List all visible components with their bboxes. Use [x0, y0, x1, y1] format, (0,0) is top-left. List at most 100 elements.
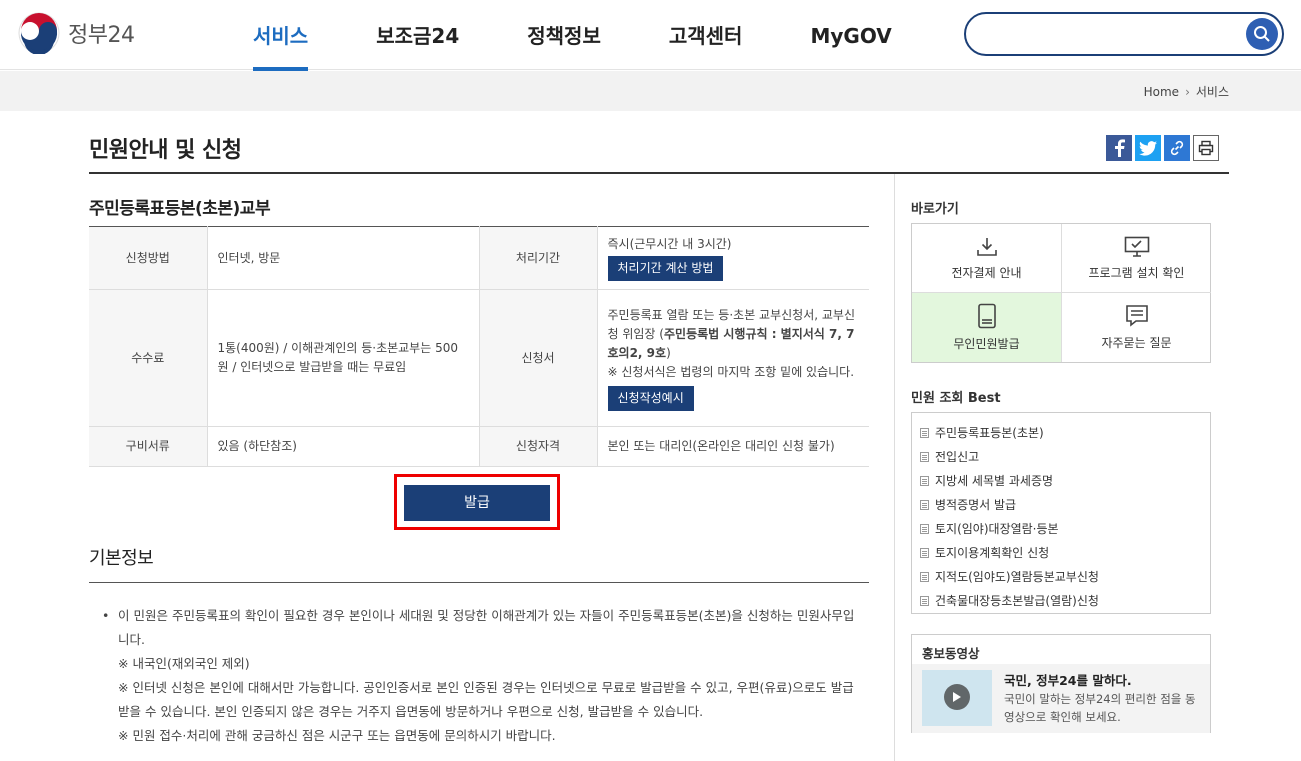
nav-mygov[interactable]: MyGOV [810, 0, 891, 70]
quick-links-title: 바로가기 [911, 202, 959, 217]
search-button[interactable] [1246, 18, 1278, 50]
list-item[interactable]: 토지이용계획확인 신청 [920, 541, 1210, 565]
table-row: 구비서류 있음 (하단참조) 신청자격 본인 또는 대리인(온라인은 대리인 신… [89, 426, 869, 467]
fee-label: 수수료 [89, 289, 208, 427]
form-value: 주민등록표 열람 또는 등·초본 교부신청서, 교부신청 위임장 (주민등록법 … [607, 307, 856, 360]
nav-services[interactable]: 서비스 [253, 0, 309, 71]
quick-label: 자주묻는 질문 [1101, 336, 1172, 350]
quick-links: 전자결제 안내 프로그램 설치 확인 무인민원발급 자주묻는 질문 [911, 223, 1211, 363]
promo-description: 국민이 말하는 정부24의 편리한 점을 동영상으로 확인해 보세요. [1004, 692, 1196, 724]
quick-payment-guide[interactable]: 전자결제 안내 [912, 224, 1062, 293]
site-header: 정부24 서비스 보조금24 정책정보 고객센터 MyGOV [0, 0, 1301, 71]
form-example-button[interactable]: 신청작성예시 [607, 385, 694, 411]
document-icon [920, 524, 929, 534]
form-label: 신청서 [478, 289, 598, 427]
period-calc-button[interactable]: 처리기간 계산 방법 [607, 256, 724, 281]
quick-label: 무인민원발급 [953, 337, 1020, 351]
facebook-icon [1115, 139, 1125, 157]
promo-title: 홍보동영상 [922, 646, 980, 661]
quick-faq[interactable]: 자주묻는 질문 [1062, 293, 1211, 362]
logo-text: 정부24 [68, 23, 135, 48]
document-icon [920, 548, 929, 558]
content-divider [894, 174, 895, 761]
service-title: 주민등록표등본(초본)교부 [89, 199, 271, 219]
quick-program-check[interactable]: 프로그램 설치 확인 [1062, 224, 1211, 293]
promo-video-box: 홍보동영상 국민, 정부24를 말하다. 국민이 말하는 정부24의 편리한 점… [911, 634, 1211, 733]
list-item[interactable]: 주민등록표등본(초본) [920, 421, 1210, 445]
quick-kiosk-issue[interactable]: 무인민원발급 [912, 293, 1062, 362]
list-item[interactable]: 지방세 세목별 과세증명 [920, 469, 1210, 493]
breadcrumb-band: Home › 서비스 [0, 71, 1301, 111]
search-icon [1254, 26, 1270, 42]
document-icon [920, 428, 929, 438]
form-cell: 주민등록표 열람 또는 등·초본 교부신청서, 교부신청 위임장 (주민등록법 … [597, 289, 869, 427]
list-item[interactable]: 건축물대장등초본발급(열람)신청 [920, 589, 1210, 613]
list-item[interactable]: 토지(임야)대장열람·등본 [920, 517, 1210, 541]
period-value: 즉시(근무시간 내 3시간) [607, 237, 732, 251]
download-icon [976, 237, 997, 256]
document-icon [920, 500, 929, 510]
method-value: 인터넷, 방문 [207, 226, 479, 290]
taegeuk-logo-icon [18, 12, 60, 54]
form-note: ※ 신청서식은 법령의 마지막 조항 밑에 있습니다. [607, 364, 855, 379]
basic-info-title: 기본정보 [89, 548, 154, 569]
table-row: 수수료 1통(400원) / 이해관계인의 등·초본교부는 500원 / 인터넷… [89, 289, 869, 427]
period-label: 처리기간 [478, 226, 598, 290]
docs-value: 있음 (하단참조) [207, 426, 479, 467]
document-icon [920, 596, 929, 606]
service-info-table: 신청방법 인터넷, 방문 처리기간 즉시(근무시간 내 3시간) 처리기간 계산… [89, 226, 869, 467]
basic-line-1: 이 민원은 주민등록표의 확인이 필요한 경우 본인이나 세대원 및 정당한 이… [118, 608, 855, 647]
speech-bubble-icon [1125, 305, 1148, 327]
basic-line-2: ※ 내국인(재외국인 제외) [118, 656, 250, 671]
basic-line-4: ※ 민원 접수·처리에 관해 궁금하신 점은 시군구 또는 읍면동에 문의하시기… [118, 728, 556, 743]
title-divider [89, 172, 1229, 174]
fee-value: 1통(400원) / 이해관계인의 등·초본교부는 500원 / 인터넷으로 발… [207, 289, 479, 427]
copy-link-button[interactable] [1164, 135, 1190, 161]
period-cell: 즉시(근무시간 내 3시간) 처리기간 계산 방법 [597, 226, 869, 290]
issue-button-highlight: 발급 [394, 474, 560, 530]
video-thumbnail[interactable] [922, 670, 992, 726]
chevron-right-icon: › [1185, 84, 1190, 99]
print-button[interactable] [1193, 135, 1219, 161]
quick-label: 전자결제 안내 [951, 265, 1022, 280]
twitter-share-button[interactable] [1135, 135, 1161, 161]
promo-body[interactable]: 국민, 정부24를 말하다. 국민이 말하는 정부24의 편리한 점을 동영상으… [912, 664, 1210, 733]
breadcrumb: Home › 서비스 [1144, 83, 1229, 100]
list-item[interactable]: 전입신고 [920, 445, 1210, 469]
search-input[interactable] [984, 22, 1234, 46]
best-list: 주민등록표등본(초본) 전입신고 지방세 세목별 과세증명 병적증명서 발급 토… [911, 412, 1211, 614]
bullet-icon: • [102, 608, 110, 623]
play-icon[interactable] [944, 684, 970, 710]
link-icon [1170, 140, 1184, 156]
search-box [964, 12, 1284, 56]
breadcrumb-current[interactable]: 서비스 [1196, 83, 1229, 100]
basic-line-3: ※ 인터넷 신청은 본인에 대해서만 가능합니다. 공인인증서로 본인 인증된 … [118, 680, 854, 719]
nav-policy-info[interactable]: 정책정보 [527, 0, 601, 70]
document-icon [920, 572, 929, 582]
issue-button[interactable]: 발급 [404, 485, 550, 521]
promo-headline[interactable]: 국민, 정부24를 말하다. [1004, 670, 1132, 689]
print-icon [1198, 140, 1214, 156]
list-item[interactable]: 지적도(임야도)열람등본교부신청 [920, 565, 1210, 589]
docs-label: 구비서류 [89, 426, 208, 467]
nav-customer-center[interactable]: 고객센터 [669, 0, 743, 70]
quick-label: 프로그램 설치 확인 [1088, 265, 1185, 280]
share-buttons [1106, 135, 1222, 161]
document-icon [920, 476, 929, 486]
facebook-share-button[interactable] [1106, 135, 1132, 161]
monitor-icon [1124, 236, 1149, 257]
site-logo[interactable]: 정부24 [18, 12, 135, 54]
kiosk-icon [977, 303, 996, 329]
table-row: 신청방법 인터넷, 방문 처리기간 즉시(근무시간 내 3시간) 처리기간 계산… [89, 226, 869, 290]
twitter-icon [1139, 140, 1157, 156]
breadcrumb-home[interactable]: Home [1144, 85, 1179, 99]
main-nav: 서비스 보조금24 정책정보 고객센터 MyGOV [253, 0, 960, 71]
qualification-value: 본인 또는 대리인(온라인은 대리인 신청 불가) [597, 426, 869, 467]
qualification-label: 신청자격 [478, 426, 598, 467]
nav-subsidy24[interactable]: 보조금24 [376, 0, 459, 70]
best-title: 민원 조회 Best [911, 391, 1001, 406]
document-icon [920, 452, 929, 462]
method-label: 신청방법 [89, 226, 208, 290]
list-item[interactable]: 병적증명서 발급 [920, 493, 1210, 517]
page-title: 민원안내 및 신청 [89, 138, 242, 163]
